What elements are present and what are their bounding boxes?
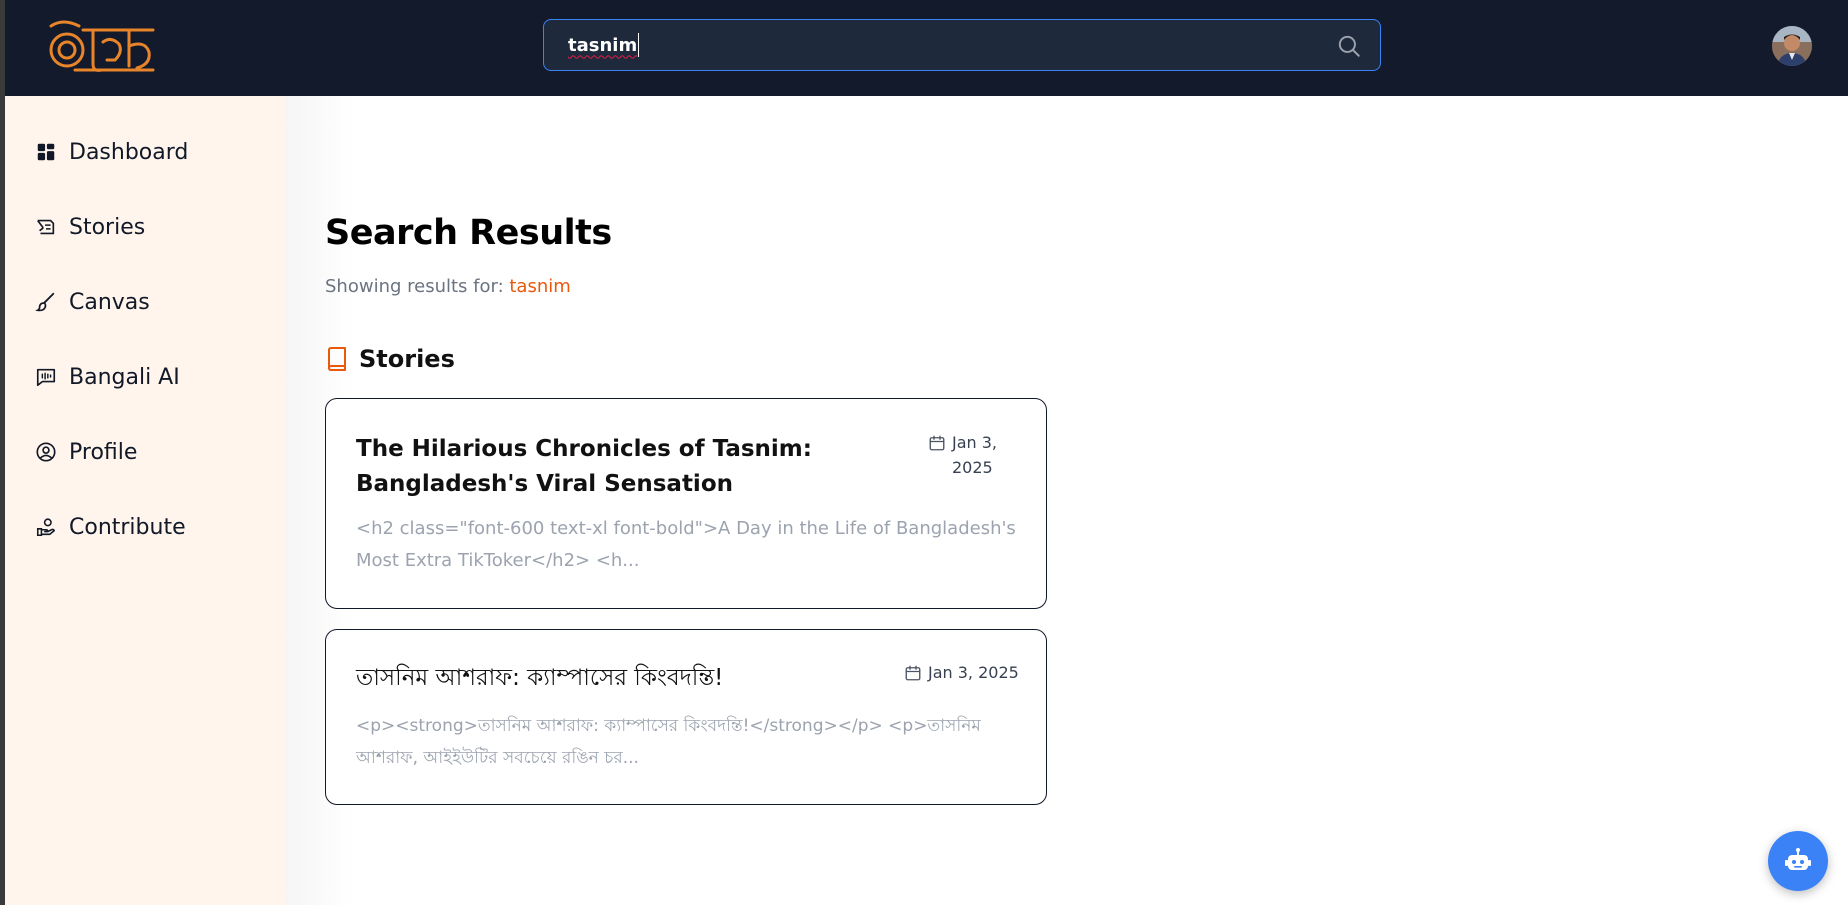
dashboard-icon: [37, 143, 55, 161]
search-query-term: tasnim: [509, 276, 571, 297]
calendar-icon: [929, 435, 945, 451]
story-title[interactable]: তাসনিম আশরাফ: ক্যাম্পাসের কিংবদন্তি!: [356, 661, 876, 696]
top-bar: tasnim: [5, 0, 1848, 96]
results-summary: Showing results for: tasnim: [325, 276, 571, 297]
sidebar-item-dashboard[interactable]: Dashboard: [35, 134, 188, 170]
story-date-text: Jan 3, 2025: [952, 433, 998, 477]
sidebar-item-label: Stories: [69, 214, 146, 240]
results-prefix: Showing results for:: [325, 276, 510, 297]
sidebar-item-label: Profile: [69, 439, 138, 465]
sidebar-item-bangali-ai[interactable]: Bangali AI: [35, 359, 180, 395]
story-date: Jan 3, 2025: [928, 430, 1018, 480]
sidebar-item-label: Dashboard: [69, 139, 189, 165]
story-date-text: Jan 3, 2025: [928, 663, 1019, 682]
sidebar-item-profile[interactable]: Profile: [35, 434, 137, 470]
robot-icon: [1785, 848, 1811, 870]
sidebar-item-canvas[interactable]: Canvas: [35, 284, 150, 320]
section-heading-stories: Stories: [325, 345, 455, 373]
story-excerpt: <h2 class="font-600 text-xl font-bold">A…: [356, 518, 1016, 571]
story-title[interactable]: The Hilarious Chronicles of Tasnim: Bang…: [356, 432, 926, 502]
search-input[interactable]: tasnim: [568, 35, 637, 56]
ai-chat-icon: [36, 368, 56, 387]
calendar-icon: [905, 665, 921, 681]
brush-icon: [35, 292, 55, 312]
book-icon: [328, 347, 346, 371]
sidebar: Dashboard Stories Canvas Bangali AI Prof…: [5, 96, 285, 905]
section-title: Stories: [359, 345, 455, 373]
sidebar-item-contribute[interactable]: Contribute: [35, 509, 186, 545]
story-result-card[interactable]: The Hilarious Chronicles of Tasnim: Bang…: [325, 398, 1047, 609]
page-title: Search Results: [325, 213, 612, 253]
story-date: Jan 3, 2025: [904, 660, 1034, 685]
sidebar-item-label: Canvas: [69, 289, 150, 315]
search-field[interactable]: tasnim: [543, 19, 1381, 71]
stories-icon: [37, 219, 55, 235]
story-excerpt: <p><strong>তাসনিম আশরাফ: ক্যাম্পাসের কিং…: [356, 716, 981, 768]
contribute-icon: [36, 518, 56, 537]
story-result-card[interactable]: তাসনিম আশরাফ: ক্যাম্পাসের কিংবদন্তি! Jan…: [325, 629, 1047, 805]
sidebar-item-stories[interactable]: Stories: [35, 209, 145, 245]
sidebar-item-label: Bangali AI: [69, 364, 180, 390]
app-logo[interactable]: [45, 16, 159, 76]
text-cursor: [638, 33, 640, 57]
chatbot-button[interactable]: [1768, 831, 1828, 891]
user-circle-icon: [36, 442, 56, 462]
user-avatar[interactable]: [1772, 26, 1812, 66]
search-icon[interactable]: [1336, 33, 1362, 59]
sidebar-item-label: Contribute: [69, 514, 186, 540]
avatar-image: [1772, 26, 1812, 66]
logo-icon: [49, 20, 155, 72]
